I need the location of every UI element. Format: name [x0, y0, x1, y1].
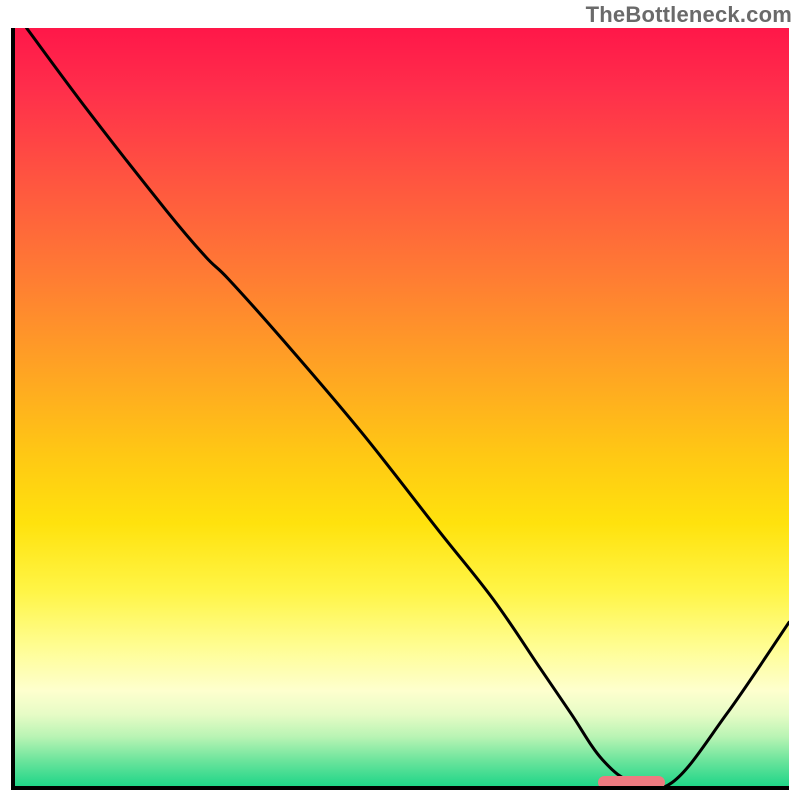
watermark-text: TheBottleneck.com	[586, 2, 792, 28]
optimal-zone-marker	[598, 776, 664, 789]
chart-frame: TheBottleneck.com	[0, 0, 800, 800]
bottleneck-curve	[11, 28, 789, 790]
plot-outer	[11, 28, 789, 790]
curve-path	[27, 28, 789, 789]
